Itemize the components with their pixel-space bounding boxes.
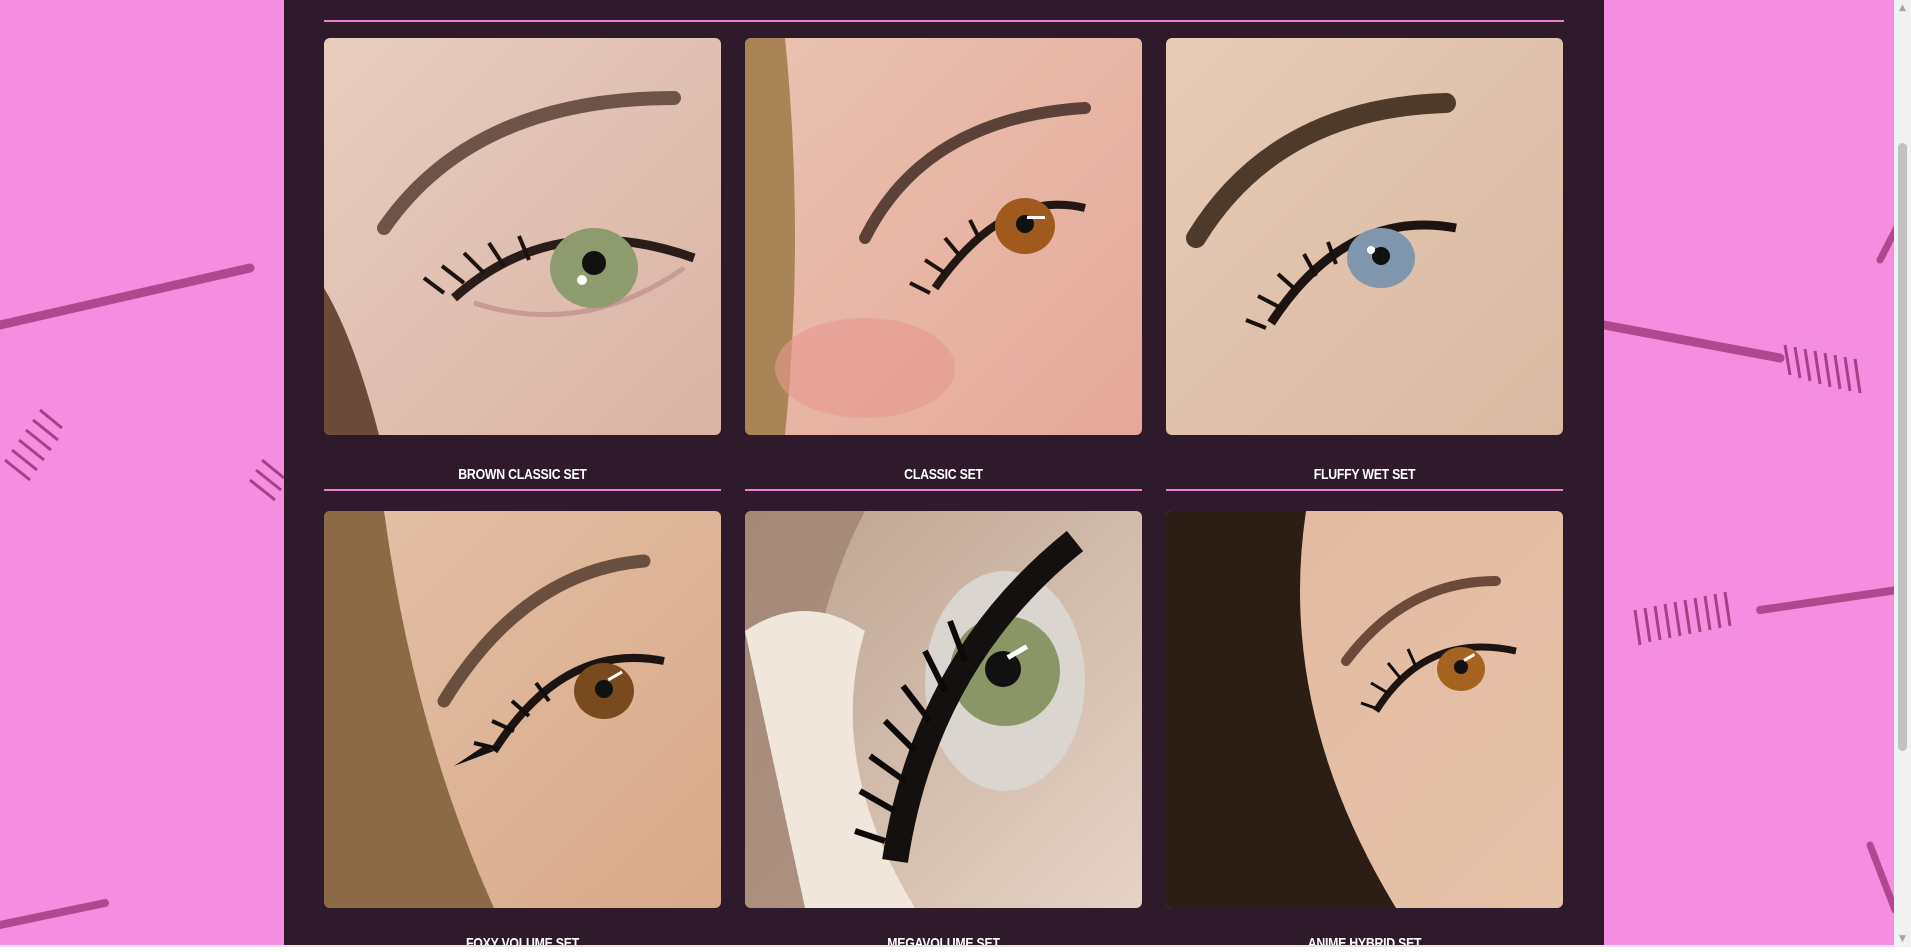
eye-photo-hazel-eye[interactable] (1166, 511, 1563, 908)
chevron-up-icon[interactable]: ▲ (1894, 0, 1911, 16)
gallery-card-anime-hybrid-set[interactable]: ANIME HYBRID SET (1166, 511, 1563, 952)
gallery-card-label: FOXY VOLUME SET (466, 935, 579, 952)
card-divider (1166, 489, 1563, 491)
gallery-card-fluffy-wet-set[interactable]: FLUFFY WET SET (1166, 38, 1563, 483)
eye-photo-macro-lashes[interactable] (745, 511, 1142, 908)
gallery-card-megavolume-set[interactable]: MEGAVOLUME SET (745, 511, 1142, 952)
card-divider (745, 489, 1142, 491)
gallery-card-foxy-volume-set[interactable]: FOXY VOLUME SET (324, 511, 721, 952)
gallery-card-label: MEGAVOLUME SET (887, 935, 1000, 952)
gallery-card-label: ANIME HYBRID SET (1307, 935, 1422, 952)
vertical-scrollbar[interactable]: ▲ ▼ (1894, 0, 1911, 947)
chevron-down-icon[interactable]: ▼ (1894, 931, 1911, 947)
eye-photo-blue-eye[interactable] (1166, 38, 1563, 435)
gallery-card-label: FLUFFY WET SET (1313, 466, 1416, 483)
gallery-panel: BROWN CLASSIC SET CLASSIC SET FLUFFY WET… (284, 0, 1604, 952)
eye-photo-amber-eye[interactable] (745, 38, 1142, 435)
gallery-card-brown-classic-set[interactable]: BROWN CLASSIC SET (324, 38, 721, 483)
gallery-card-label: BROWN CLASSIC SET (458, 466, 587, 483)
scrollbar-thumb[interactable] (1898, 143, 1907, 751)
top-divider (324, 20, 1564, 22)
gallery-card-classic-set[interactable]: CLASSIC SET (745, 38, 1142, 483)
eye-photo-green-eye[interactable] (324, 38, 721, 435)
card-divider (324, 489, 721, 491)
gallery-card-label: CLASSIC SET (904, 466, 983, 483)
eye-photo-brown-eye[interactable] (324, 511, 721, 908)
